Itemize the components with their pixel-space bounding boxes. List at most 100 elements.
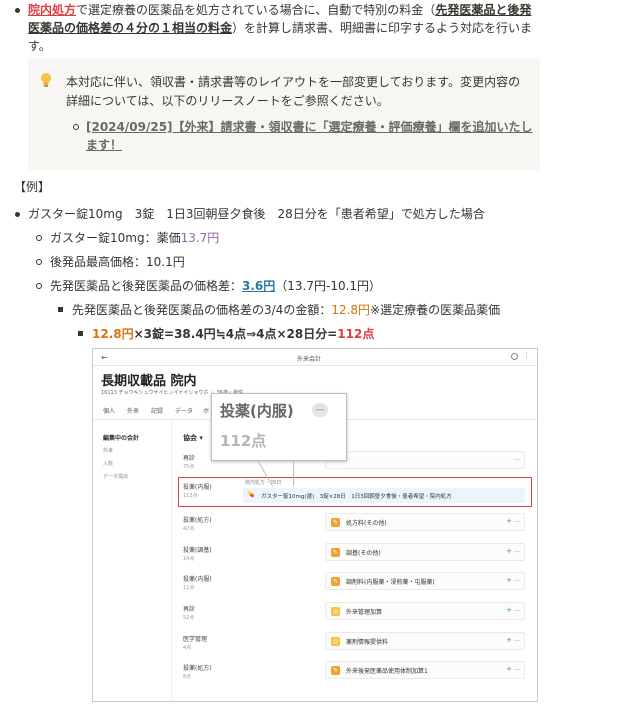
category-label: 医学管理 (183, 636, 208, 643)
popup-points: 112点 (220, 432, 267, 450)
item-card[interactable]: ✎ 調基(その他) + — (325, 543, 525, 561)
category-points: 52点 (183, 615, 195, 621)
back-arrow-icon[interactable]: ← (101, 353, 108, 362)
category-points: 8点 (183, 674, 192, 680)
sidebar-item-data-submission[interactable]: データ提出 (103, 473, 128, 480)
info-icon[interactable] (511, 353, 518, 360)
release-note-link-line-1[interactable]: [2024/09/25]【外来】請求書・領収書に「選定療養・評価療養」欄を追加い… (86, 117, 533, 137)
diff-label: 先発医薬品と後発医薬品の価格差： (50, 279, 243, 293)
calc-a: 12.8円 (92, 327, 134, 341)
tab-3[interactable]: データ (175, 406, 193, 415)
diff-line: 先発医薬品と後発医薬品の価格差：3.6円（13.7円-10.1円） (50, 276, 381, 296)
price-line: ガスター錠10mg：薬価13.7円 (50, 228, 219, 248)
popup-title: 投薬(内服) (220, 402, 294, 420)
prescription-icon: ✎ (331, 518, 340, 527)
popup-tooltip: 投薬(内服) — 112点 (211, 393, 347, 461)
add-icon[interactable]: + (506, 547, 512, 555)
tab-4[interactable]: ボ (203, 406, 209, 415)
in-house-prescription-link[interactable]: 院内処方 (28, 3, 76, 17)
item-card[interactable]: ✎ 処方料(その他) + — (325, 513, 525, 531)
add-icon[interactable]: + (506, 576, 512, 584)
remove-icon[interactable]: — (514, 636, 521, 644)
intro-bold-2: 医薬品の価格差の４分の１相当の料金 (28, 21, 233, 35)
category-points: 75点 (183, 464, 195, 470)
patient-name: 長期収載品 院内 (101, 374, 197, 389)
sidebar-divider (171, 420, 172, 701)
quarter-bullet (58, 307, 63, 312)
category-points: 112点 (183, 493, 198, 499)
price-bullet (36, 235, 42, 241)
item-card[interactable]: ◎ 薬剤情報提供料 + — (325, 632, 525, 650)
quarter-note: ※選定療養の医薬品薬価 (370, 303, 501, 317)
popup-pointer (293, 460, 294, 486)
add-icon[interactable]: + (506, 665, 512, 673)
intro-line-1: 院内処方で選定療養の医薬品を処方されている場合に、自動で特別の料金（先発医薬品と… (28, 0, 531, 20)
insurance-value: 協会 (183, 434, 197, 442)
remove-icon[interactable]: — (514, 576, 521, 584)
item-card-highlighted[interactable]: 💊 ガスター錠10mg(選) 3錠×28日 1日3回朝昼夕食後・患者希望・院内処… (243, 488, 525, 503)
item-label: 外来管理加算 (346, 609, 383, 616)
remove-icon[interactable]: — (514, 517, 521, 525)
prescription-icon: ✎ (331, 548, 340, 557)
example-heading: 【例】 (14, 180, 51, 194)
remove-icon[interactable]: — (514, 455, 521, 463)
price-value: 13.7円 (180, 231, 220, 245)
topbar-divider (93, 365, 537, 366)
add-icon[interactable]: + (506, 636, 512, 644)
prescription-icon: ✎ (331, 666, 340, 675)
add-icon[interactable]: + (506, 606, 512, 614)
item-label: ガスター錠10mg(選) 3錠×28日 1日3回朝昼夕食後・患者希望・院内処方 (261, 494, 452, 500)
category-label: 再診 (183, 455, 196, 462)
chevron-down-icon: ▾ (197, 434, 203, 442)
remove-icon[interactable]: — (514, 665, 521, 673)
item-card[interactable]: ✎ 外来後発医薬品使用体制加算1 + — (325, 661, 525, 679)
intro-bold-1: 先発医薬品と後発 (435, 3, 532, 17)
category-label: 投薬(処方) (183, 665, 212, 672)
category-label: 再診 (183, 606, 196, 613)
item-card[interactable]: ◎ 外来管理加算 + — (325, 602, 525, 620)
add-icon[interactable]: + (506, 517, 512, 525)
accounting-screenshot: ← 外来会計 ⋮ 長期収載品 院内 16113 チョウキシュウサイヒンイナイショ… (92, 348, 538, 702)
quarter-label: 先発医薬品と後発医薬品の価格差の3/4の金額： (72, 303, 332, 317)
popup-minus-icon: — (312, 403, 328, 417)
item-label: 処方料(その他) (346, 520, 387, 527)
intro-line-2: 医薬品の価格差の４分の１相当の料金）を計算し請求書、明細書に印字するよう対応を行… (28, 18, 532, 38)
category-points: 42点 (183, 526, 195, 532)
pill-icon: 💊 (247, 491, 255, 498)
category-label: 投薬(内服) (183, 576, 212, 583)
addition-icon: ◎ (331, 607, 340, 616)
remove-icon[interactable]: — (514, 547, 521, 555)
item-card[interactable]: ✎ 調剤料(内服薬・浸煎薬・屯服薬) + — (325, 572, 525, 590)
callout-line-2: 詳細については、以下のリリースノートをご参照ください。 (66, 94, 389, 108)
sidebar-item-outpatient[interactable]: 外来 (103, 447, 113, 454)
intro-bullet (15, 8, 20, 13)
example-bullet (15, 212, 20, 217)
intro-text-2: ）を計算し請求書、明細書に印字するよう対応を行いま (232, 21, 533, 35)
item-label: 調剤料(内服薬・浸煎薬・屯服薬) (346, 579, 435, 586)
diff-value: 3.6円 (242, 279, 276, 293)
tab-2[interactable]: 記録 (151, 406, 163, 415)
category-label: 投薬(処方) (183, 517, 212, 524)
price-label: ガスター錠10mg：薬価 (50, 231, 181, 245)
tab-0[interactable]: 個人 (103, 406, 115, 415)
item-card[interactable]: — (325, 451, 525, 469)
category-label: 投薬(調基) (183, 547, 212, 554)
more-icon[interactable]: ⋮ (523, 351, 530, 359)
category-points: 14点 (183, 556, 195, 562)
release-note-link-line-2[interactable]: ます！ (86, 135, 122, 155)
item-label: 薬剤情報提供料 (346, 639, 389, 646)
insurance-select[interactable]: 協会 ▾ (183, 433, 203, 443)
callout-line-1: 本対応に伴い、領収書・請求書等のレイアウトを一部変更しております。変更内容の (66, 75, 521, 89)
generic-max-line: 後発品最高価格：10.1円 (50, 255, 185, 269)
category-points: 4点 (183, 645, 192, 651)
diff-calc: （13.7円-10.1円） (275, 279, 382, 293)
tab-1[interactable]: 外来 (127, 406, 139, 415)
sidebar-item-editing[interactable]: 編集中の会計 (103, 433, 139, 442)
remove-icon[interactable]: — (514, 606, 521, 614)
generic-bullet (36, 259, 42, 265)
quarter-value: 12.8円 (331, 303, 371, 317)
calc-line: 12.8円×3錠=38.4円≒4点⇒4点×28日分=112点 (92, 324, 374, 344)
sidebar-item-inpatient[interactable]: 入院 (103, 460, 113, 467)
calc-c: 112点 (337, 327, 375, 341)
item-label: 調基(その他) (346, 550, 381, 557)
